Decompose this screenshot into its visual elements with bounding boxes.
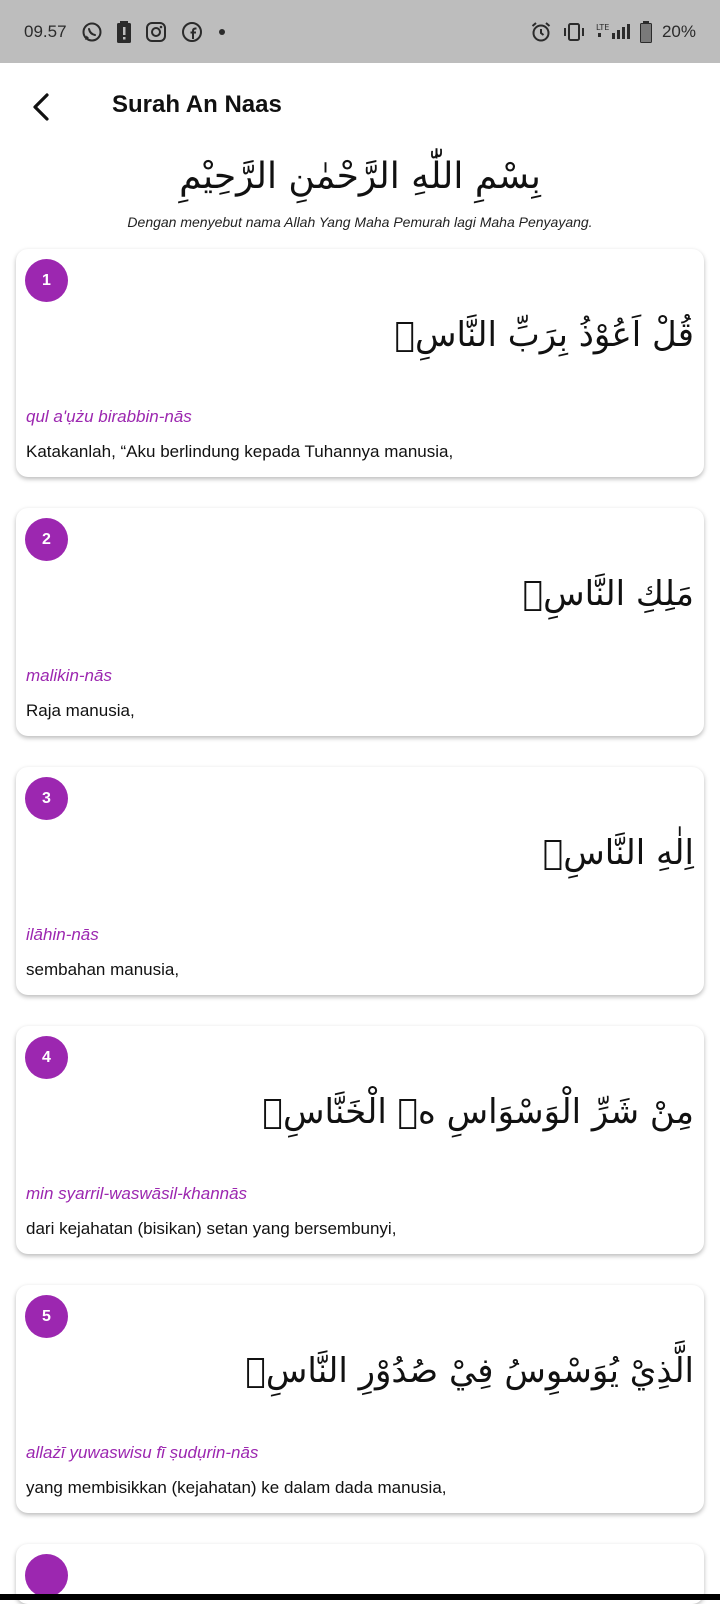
verse-arabic: مَلِكِ النَّاسِۙ bbox=[522, 574, 694, 614]
verse-card[interactable]: 1 قُلْ اَعُوْذُ بِرَبِّ النَّاسِۙ qul a'… bbox=[16, 249, 704, 477]
bismillah-translation: Dengan menyebut nama Allah Yang Maha Pem… bbox=[127, 214, 593, 230]
verse-list: 1 قُلْ اَعُوْذُ بِرَبِّ النَّاسِۙ qul a'… bbox=[16, 249, 704, 1604]
battery-icon bbox=[639, 20, 652, 43]
verse-latin: qul a'ụżu birabbin-nās bbox=[26, 407, 192, 426]
verse-arabic: اِلٰهِ النَّاسِۙ bbox=[542, 833, 694, 873]
signal-icon: LTE bbox=[596, 21, 630, 43]
verse-arabic: مِنْ شَرِّ الْوَسْوَاسِ ەۙ الْخَنَّاسِۖ bbox=[262, 1092, 694, 1132]
page-title: Surah An Naas bbox=[112, 91, 282, 118]
verse-arabic: الَّذِيْ يُوَسْوِسُ فِيْ صُدُوْرِ النَّا… bbox=[245, 1351, 694, 1391]
verse-card[interactable]: 3 اِلٰهِ النَّاسِۙ ilāhin-nās sembahan m… bbox=[16, 767, 704, 995]
bottom-edge bbox=[0, 1594, 720, 1600]
facebook-icon bbox=[181, 21, 203, 43]
instagram-icon bbox=[145, 21, 167, 43]
verse-translation: yang membisikkan (kejahatan) ke dalam da… bbox=[26, 1478, 447, 1497]
vibrate-icon bbox=[562, 21, 586, 43]
verse-card[interactable]: 4 مِنْ شَرِّ الْوَسْوَاسِ ەۙ الْخَنَّاسِ… bbox=[16, 1026, 704, 1254]
back-arrow-icon bbox=[33, 93, 49, 121]
verse-latin: malikin-nās bbox=[26, 666, 112, 685]
verse-latin: min syarril-waswāsil-khannās bbox=[26, 1184, 248, 1203]
verse-translation: Katakanlah, “Aku berlindung kepada Tuhan… bbox=[26, 442, 454, 461]
verse-latin: allażī yuwaswisu fī ṣudụrin-nās bbox=[26, 1443, 259, 1462]
verse-number-badge: 4 bbox=[25, 1036, 68, 1079]
bismillah-arabic: بِسْمِ اللّٰهِ الرَّحْمٰنِ الرَّحِيْمِ bbox=[179, 156, 541, 197]
verse-number-badge: 2 bbox=[25, 518, 68, 561]
status-time: 09.57 bbox=[24, 21, 67, 41]
back-button[interactable] bbox=[18, 83, 66, 131]
verse-latin: ilāhin-nās bbox=[26, 925, 99, 944]
verse-arabic: قُلْ اَعُوْذُ بِرَبِّ النَّاسِۙ bbox=[394, 315, 694, 355]
verse-number-badge: 3 bbox=[25, 777, 68, 820]
verse-number-badge: 1 bbox=[25, 259, 68, 302]
verse-translation: Raja manusia, bbox=[26, 701, 135, 720]
svg-text:LTE: LTE bbox=[596, 23, 609, 32]
verse-number-badge: 5 bbox=[25, 1295, 68, 1338]
battery-alert-icon bbox=[116, 20, 131, 43]
app-bar: Surah An Naas bbox=[0, 63, 720, 151]
verse-number-badge bbox=[25, 1554, 68, 1597]
status-left: 09.57 bbox=[24, 20, 227, 43]
alarm-icon bbox=[530, 21, 552, 43]
verse-translation: sembahan manusia, bbox=[26, 960, 180, 979]
status-right: LTE 20% bbox=[530, 20, 696, 43]
dot-icon bbox=[217, 27, 227, 37]
status-bar: 09.57 LTE 20% bbox=[0, 0, 720, 63]
battery-percent: 20% bbox=[661, 21, 696, 41]
verse-card[interactable]: 2 مَلِكِ النَّاسِۙ malikin-nās Raja manu… bbox=[16, 508, 704, 736]
verse-card[interactable]: 5 الَّذِيْ يُوَسْوِسُ فِيْ صُدُوْرِ النَ… bbox=[16, 1285, 704, 1513]
whatsapp-icon bbox=[81, 21, 103, 43]
verse-translation: dari kejahatan (bisikan) setan yang bers… bbox=[26, 1219, 397, 1238]
